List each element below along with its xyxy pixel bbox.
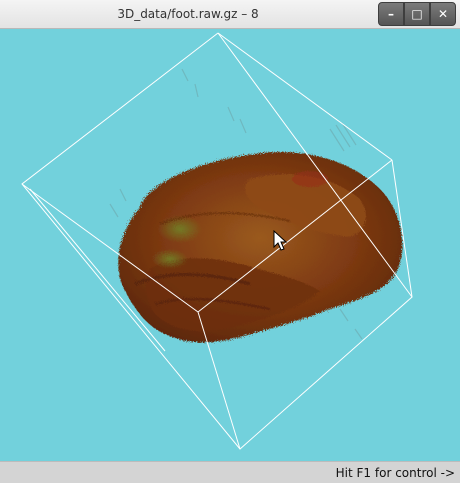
render-canvas[interactable] — [0, 29, 460, 461]
status-bar: Hit F1 for control -> — [0, 461, 460, 483]
close-icon: ✕ — [437, 7, 449, 21]
maximize-icon: □ — [411, 7, 423, 21]
close-button[interactable]: ✕ — [430, 2, 456, 26]
window-title: 3D_data/foot.raw.gz – 8 — [117, 7, 259, 21]
app-window: 3D_data/foot.raw.gz – 8 – □ ✕ Hit F1 for… — [0, 0, 460, 483]
minimize-button[interactable]: – — [378, 2, 404, 26]
minimize-icon: – — [388, 7, 394, 21]
volume-render-viewport[interactable] — [0, 29, 460, 461]
control-hint: Hit F1 for control -> — [335, 466, 455, 480]
foot-volume — [118, 152, 403, 343]
window-controls: – □ ✕ — [378, 2, 456, 26]
title-bar[interactable]: 3D_data/foot.raw.gz – 8 – □ ✕ — [0, 0, 460, 29]
maximize-button[interactable]: □ — [404, 2, 430, 26]
